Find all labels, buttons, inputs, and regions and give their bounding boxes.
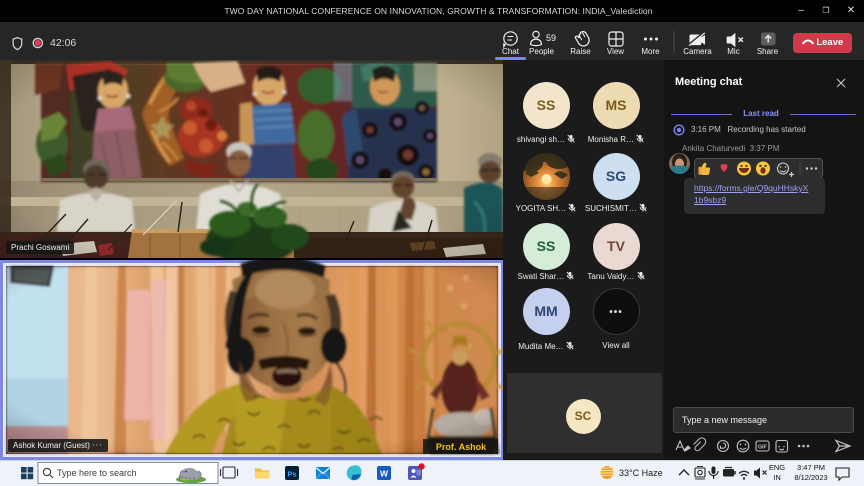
svg-text:Prof. Ashok: Prof. Ashok: [436, 442, 487, 452]
svg-text:Ps: Ps: [287, 470, 296, 479]
svg-text:W: W: [380, 469, 389, 479]
svg-text:GIF: GIF: [758, 445, 767, 451]
